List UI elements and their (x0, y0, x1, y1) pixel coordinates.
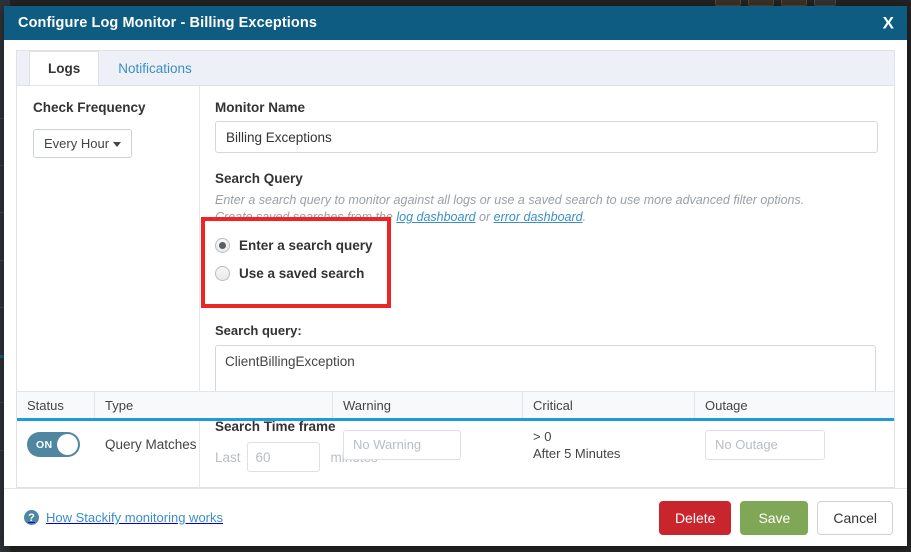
dialog-footer: ? How Stackify monitoring works Delete S… (4, 488, 907, 546)
dialog-titlebar: Configure Log Monitor - Billing Exceptio… (4, 6, 907, 40)
radio-use-saved-search[interactable] (215, 266, 230, 281)
tab-bar: Logs Notifications (16, 50, 895, 86)
log-dashboard-link[interactable]: log dashboard (396, 210, 475, 224)
status-toggle-label: ON (36, 438, 53, 451)
question-mark-icon: ? (24, 510, 39, 525)
warning-threshold-input[interactable] (343, 429, 461, 460)
frequency-dropdown[interactable]: Every Hour (33, 129, 133, 158)
radio-label-use-saved-search: Use a saved search (239, 266, 365, 281)
column-header-outage: Outage (705, 397, 748, 413)
monitor-name-label: Monitor Name (215, 100, 306, 115)
search-source-radio-group: Enter a search query Use a saved search (215, 238, 878, 281)
outage-threshold-input[interactable] (705, 429, 825, 460)
error-dashboard-link[interactable]: error dashboard (494, 210, 583, 224)
column-header-critical: Critical (523, 392, 695, 418)
table-row: ON Query Matches > 0 After 5 Minu (17, 421, 894, 468)
cell-type: Query Matches (95, 421, 333, 468)
monitor-settings-section: Monitor Name Search Query Enter a search… (215, 100, 878, 294)
save-button[interactable]: Save (740, 500, 809, 535)
radio-row-saved-search[interactable]: Use a saved search (215, 266, 878, 281)
status-toggle-switch[interactable]: ON (27, 432, 80, 457)
table-header-row: Status Type Warning Critical Outage (17, 392, 894, 421)
close-icon[interactable]: X (883, 15, 894, 32)
configure-log-monitor-dialog: Configure Log Monitor - Billing Exceptio… (4, 6, 907, 546)
dialog-title: Configure Log Monitor - Billing Exceptio… (18, 15, 318, 31)
cancel-button[interactable]: Cancel (817, 500, 893, 535)
dialog-body: Logs Notifications Check Frequency Every… (4, 40, 907, 488)
chevron-down-icon (113, 142, 122, 147)
help-line-2-mid: or (475, 210, 494, 224)
search-query-input-section: Search query: ClientBillingException (215, 323, 876, 400)
check-frequency-label: Check Frequency (33, 100, 146, 115)
radio-row-enter-query[interactable]: Enter a search query (215, 238, 878, 253)
radio-enter-search-query[interactable] (215, 238, 230, 253)
help-line-2-prefix: Create saved searches from the (215, 210, 397, 224)
help-link-label: How Stackify monitoring works (46, 510, 223, 525)
check-frequency-section: Check Frequency Every Hour (33, 100, 193, 158)
frequency-value: Every Hour (44, 136, 110, 151)
search-query-help-line-1: Enter a search query to monitor against … (215, 193, 805, 207)
alert-thresholds-table: Status Type Warning Critical Outage ON Q… (17, 391, 894, 468)
search-query-textarea[interactable]: ClientBillingException (215, 345, 876, 395)
how-monitoring-works-link[interactable]: ? How Stackify monitoring works (24, 510, 223, 525)
column-header-status: Status (17, 392, 95, 418)
search-query-heading: Search Query (215, 171, 303, 186)
column-header-type: Type (95, 392, 333, 418)
help-line-2-suffix: . (582, 210, 587, 224)
toggle-knob (57, 434, 78, 455)
critical-threshold-value: > 0 (533, 428, 552, 444)
alert-type-label: Query Matches (105, 437, 197, 452)
cell-outage (695, 421, 894, 468)
tab-notifications[interactable]: Notifications (99, 51, 211, 85)
cell-critical: > 0 After 5 Minutes (523, 421, 695, 468)
column-header-warning: Warning (333, 392, 523, 418)
delete-button[interactable]: Delete (658, 500, 732, 535)
search-query-input-label: Search query: (215, 323, 302, 338)
tab-logs[interactable]: Logs (29, 51, 100, 86)
search-query-help-line-2: Create saved searches from the log dashb… (215, 209, 878, 226)
critical-duration-value: After 5 Minutes (533, 445, 621, 461)
cell-status: ON (17, 421, 95, 468)
radio-label-enter-search-query: Enter a search query (239, 238, 373, 253)
logs-panel: Check Frequency Every Hour Monitor Name … (16, 85, 895, 488)
monitor-name-input[interactable] (215, 121, 878, 153)
cell-warning (333, 421, 523, 468)
